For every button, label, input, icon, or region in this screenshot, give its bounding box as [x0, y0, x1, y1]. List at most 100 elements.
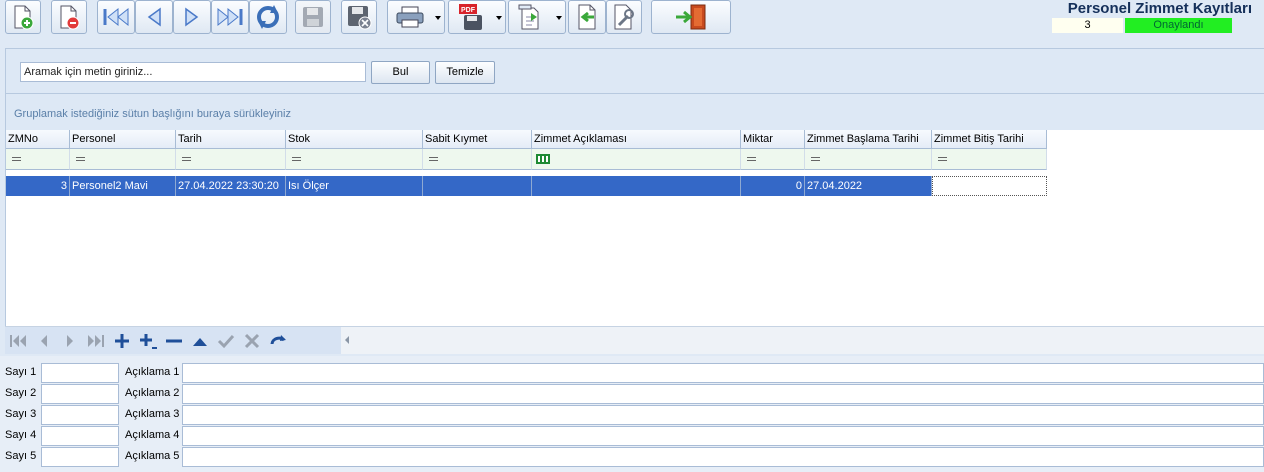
group-by-hint: Gruplamak istediğiniz sütun başlığını bu…: [14, 108, 291, 120]
nav-last-button[interactable]: [86, 331, 106, 351]
column-header-stok[interactable]: Stok: [286, 130, 423, 149]
description-label-2: Açıklama 2: [125, 387, 180, 399]
table-cell-zimmet-aciklamasi[interactable]: [532, 176, 741, 196]
page-title: Personel Zimmet Kayıtları: [1067, 0, 1252, 17]
minus-icon: [166, 339, 182, 343]
new-record-button[interactable]: [5, 0, 41, 34]
filter-cell-miktar[interactable]: [741, 149, 805, 170]
filter-cell-zimmet-baslama-tarihi[interactable]: [805, 149, 932, 170]
equals-filter-icon: [747, 157, 756, 161]
table-cell-stok[interactable]: Isı Ölçer: [286, 176, 423, 196]
description-label-5: Açıklama 5: [125, 450, 180, 462]
last-record-button[interactable]: [211, 0, 249, 34]
table-cell-personel[interactable]: Personel2 Mavi: [70, 176, 176, 196]
equals-filter-icon: [76, 157, 85, 161]
description-label-4: Açıklama 4: [125, 429, 180, 441]
number-field-4[interactable]: [41, 426, 119, 446]
next-record-icon: [67, 335, 73, 347]
cancel-button[interactable]: [341, 0, 377, 34]
column-header-tarih[interactable]: Tarih: [176, 130, 286, 149]
import-button[interactable]: [568, 0, 606, 34]
pdf-export-button[interactable]: PDF: [448, 0, 506, 34]
refresh-button[interactable]: [249, 0, 287, 34]
table-cell-zmno[interactable]: 3: [6, 176, 70, 196]
number-label-3: Sayı 3: [5, 408, 37, 420]
column-header-personel[interactable]: Personel: [70, 130, 176, 149]
export-button[interactable]: [508, 0, 566, 34]
checkmark-icon: [217, 334, 235, 349]
number-field-5[interactable]: [41, 447, 119, 467]
nav-delete-button[interactable]: [164, 331, 184, 351]
description-field-1[interactable]: [182, 363, 1264, 383]
filter-cell-sabit-kiymet[interactable]: [423, 149, 532, 170]
number-label-4: Sayı 4: [5, 429, 37, 441]
refresh-icon: [257, 5, 279, 29]
scroll-left-icon[interactable]: [345, 336, 349, 344]
description-label-3: Açıklama 3: [125, 408, 180, 420]
clear-button[interactable]: Temizle: [435, 61, 495, 84]
nav-edit-button[interactable]: [190, 331, 210, 351]
column-header-sabit-kiymet[interactable]: Sabit Kıymet: [423, 130, 532, 149]
form-row-2: Sayı 2 Açıklama 2: [0, 384, 1264, 404]
last-record-icon: [88, 335, 104, 347]
nav-previous-button[interactable]: [34, 331, 54, 351]
nav-next-button[interactable]: [60, 331, 80, 351]
nav-append-button[interactable]: [112, 331, 132, 351]
find-button[interactable]: Bul: [371, 61, 430, 84]
table-cell-miktar[interactable]: 0: [741, 176, 805, 196]
text-filter-icon: [536, 154, 550, 164]
triangle-up-icon: [193, 338, 207, 346]
export-dropdown-icon: [556, 16, 562, 20]
save-button[interactable]: [295, 0, 331, 34]
first-record-button[interactable]: [97, 0, 135, 34]
filter-cell-stok[interactable]: [286, 149, 423, 170]
search-input[interactable]: [20, 62, 366, 82]
print-button[interactable]: [387, 0, 445, 34]
exit-button[interactable]: [651, 0, 731, 34]
filter-cell-zmno[interactable]: [6, 149, 70, 170]
save-disabled-icon: [303, 7, 323, 27]
nav-cancel-button[interactable]: [242, 331, 262, 351]
table-cell-zimmet-bitis-tarihi[interactable]: [932, 176, 1047, 196]
filter-cell-personel[interactable]: [70, 149, 176, 170]
column-header-zimmet-baslama-tarihi[interactable]: Zimmet Başlama Tarihi: [805, 130, 932, 149]
group-by-panel[interactable]: Gruplamak istediğiniz sütun başlığını bu…: [5, 94, 1264, 130]
table-row[interactable]: 3 Personel2 Mavi 27.04.2022 23:30:20 Isı…: [6, 176, 1047, 196]
print-dropdown-icon: [435, 16, 441, 20]
description-field-4[interactable]: [182, 426, 1264, 446]
column-header-miktar[interactable]: Miktar: [741, 130, 805, 149]
filter-cell-tarih[interactable]: [176, 149, 286, 170]
number-field-1[interactable]: [41, 363, 119, 383]
record-number: 3: [1052, 18, 1123, 33]
description-field-3[interactable]: [182, 405, 1264, 425]
export-icon: [518, 4, 539, 30]
equals-filter-icon: [292, 157, 301, 161]
table-cell-sabit-kiymet[interactable]: [423, 176, 532, 196]
previous-record-button[interactable]: [135, 0, 173, 34]
form-row-1: Sayı 1 Açıklama 1: [0, 363, 1264, 383]
table-cell-zimmet-baslama-tarihi[interactable]: 27.04.2022: [805, 176, 932, 196]
nav-refresh-button[interactable]: [268, 331, 288, 351]
column-header-zimmet-bitis-tarihi[interactable]: Zimmet Bitiş Tarihi: [932, 130, 1047, 149]
description-field-2[interactable]: [182, 384, 1264, 404]
previous-record-icon: [41, 335, 47, 347]
column-header-zimmet-aciklamasi[interactable]: Zimmet Açıklaması: [532, 130, 741, 149]
next-record-button[interactable]: [173, 0, 211, 34]
table-cell-tarih[interactable]: 27.04.2022 23:30:20: [176, 176, 286, 196]
previous-record-icon: [147, 7, 161, 27]
column-header-zmno[interactable]: ZMNo: [6, 130, 70, 149]
print-icon: [396, 6, 424, 28]
delete-record-button[interactable]: [51, 0, 87, 34]
toolbar: PDF Personel Zimmet Kayıtları 3 Onayland…: [0, 0, 1264, 40]
number-field-2[interactable]: [41, 384, 119, 404]
number-field-3[interactable]: [41, 405, 119, 425]
description-field-5[interactable]: [182, 447, 1264, 467]
settings-button[interactable]: [606, 0, 642, 34]
filter-cell-zimmet-aciklamasi[interactable]: [532, 149, 741, 170]
equals-filter-icon: [811, 157, 820, 161]
nav-post-button[interactable]: [216, 331, 236, 351]
nav-first-button[interactable]: [8, 331, 28, 351]
nav-insert-button[interactable]: [138, 331, 158, 351]
filter-cell-zimmet-bitis-tarihi[interactable]: [932, 149, 1047, 170]
search-panel: Bul Temizle: [5, 48, 1264, 94]
